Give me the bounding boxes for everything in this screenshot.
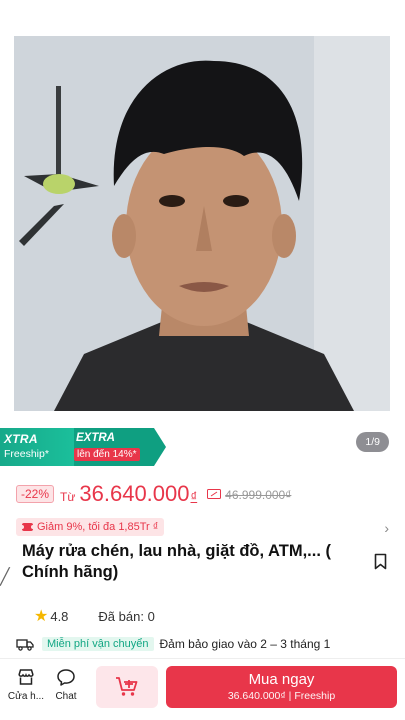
chat-label: Chat [55,691,77,702]
xtra-title: XTRA [4,432,38,446]
buy-now-label: Mua ngay [248,671,315,688]
shop-button[interactable]: Cửa h... [6,667,46,702]
voucher-tag[interactable]: Giảm 9%, tối đa 1,85Tr ₫ [16,518,165,536]
chevron-right-icon[interactable]: › [384,520,389,536]
currency-symbol: ₫ [190,489,198,504]
voucher-icon [207,488,222,502]
extra-discount-tag: EXTRA lên đến 14%* [74,428,154,466]
chat-button[interactable]: Chat [48,667,84,702]
promo-banner[interactable]: XTRA Freeship* EXTRA lên đến 14%* [0,428,166,466]
truck-icon [16,638,34,651]
edge-indicator: ╱ [0,569,10,586]
product-title: Máy rửa chén, lau nhà, giặt đồ, ATM,... … [22,542,331,581]
rating-row: ★ 4.8 Đã bán: 0 [34,606,155,626]
star-icon: ★ [34,608,49,625]
discount-badge: -22% [16,485,55,503]
bottom-action-bar: Cửa h... Chat Mua ngay 36.640.000₫ | Fre… [0,658,405,720]
sold-count: Đã bán: 0 [98,608,155,624]
xtra-freeship-tag: XTRA Freeship* [0,428,74,466]
chat-icon [57,669,75,686]
shipping-row[interactable]: Miễn phí vận chuyển Đảm bảo giao vào 2 –… [16,637,330,651]
promo-arrow [154,428,166,466]
extra-sub: lên đến 14%* [74,448,140,461]
bookmark-icon[interactable] [374,553,387,570]
price-from-label: Từ [60,490,76,504]
xtra-sub: Freeship* [4,448,49,460]
original-price: 46.999.000₫ [225,488,292,502]
current-price-value: 36.640.000 [79,481,190,506]
rating-score: 4.8 [50,608,69,624]
image-counter: 1/9 [356,432,389,452]
voucher-text: Giảm 9%, tối đa 1,85Tr ₫ [37,521,159,533]
shop-icon [18,669,34,685]
shop-label: Cửa h... [7,691,45,702]
free-shipping-badge: Miễn phí vận chuyển [42,637,154,651]
add-to-cart-icon [116,677,138,696]
product-photo-illustration [14,36,390,411]
current-price: 36.640.000₫ [79,481,197,507]
extra-title: EXTRA [76,432,115,444]
price-row: -22% Từ 36.640.000₫ 46.999.000₫ [16,481,291,507]
buy-now-subtext: 36.640.000₫ | Freeship [227,690,336,702]
voucher-tag-icon [22,523,33,531]
product-image[interactable] [14,36,390,411]
add-to-cart-button[interactable] [96,666,158,708]
shipping-text: Đảm bảo giao vào 2 – 3 tháng 1 [159,637,331,651]
buy-now-button[interactable]: Mua ngay 36.640.000₫ | Freeship [166,666,397,708]
